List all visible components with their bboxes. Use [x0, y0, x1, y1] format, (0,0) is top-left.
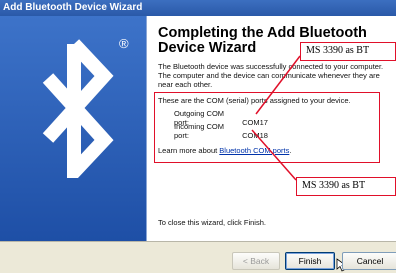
finish-instruction: To close this wizard, click Finish. — [158, 218, 266, 227]
window-title: Add Bluetooth Device Wizard — [0, 0, 396, 16]
learn-more-prefix: Learn more about — [158, 146, 220, 155]
annotation-callout-bottom: MS 3390 as BT — [296, 177, 396, 196]
cancel-button[interactable]: Cancel — [342, 252, 396, 270]
bluetooth-icon — [42, 39, 114, 178]
button-bar: < Back Finish Cancel — [0, 241, 396, 273]
finish-button-label: Finish — [298, 256, 322, 266]
finish-button[interactable]: Finish — [285, 252, 348, 272]
intro-text: The Bluetooth device was successfully co… — [158, 62, 384, 89]
page-title-line1: Completing the Add Bluetooth — [158, 25, 367, 41]
registered-mark: ® — [119, 36, 129, 51]
incoming-port-label: Incoming COM port: — [174, 122, 225, 140]
annotation-callout-top: MS 3390 as BT — [300, 42, 396, 61]
learn-more: Learn more about Bluetooth COM ports. — [158, 146, 291, 155]
incoming-port-row: Incoming COM port: COM18 — [174, 122, 268, 140]
com-ports-intro: These are the COM (serial) ports assigne… — [158, 96, 351, 105]
learn-more-suffix: . — [289, 146, 292, 155]
incoming-port-value: COM18 — [242, 131, 268, 140]
wizard-sidebar: ® — [0, 16, 147, 241]
bluetooth-com-ports-link[interactable]: Bluetooth COM ports — [219, 146, 289, 155]
back-button[interactable]: < Back — [232, 252, 280, 270]
